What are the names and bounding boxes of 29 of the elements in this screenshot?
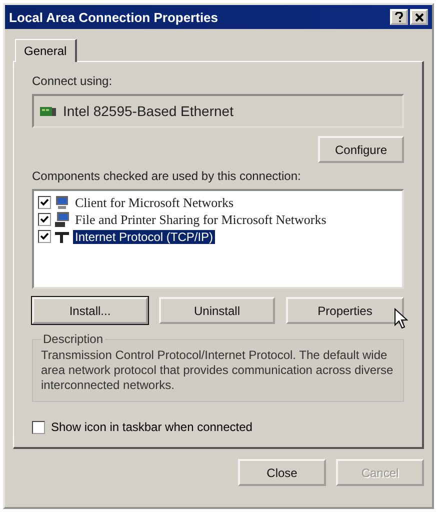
close-button[interactable] [410, 9, 428, 25]
adapter-name: Intel 82595-Based Ethernet [63, 103, 234, 119]
component-checkbox[interactable] [38, 213, 51, 226]
window-title: Local Area Connection Properties [9, 10, 218, 24]
description-text: Transmission Control Protocol/Internet Protocol. The default wide area network protocol that provides communication across diverse interconnected networks. [41, 348, 394, 393]
component-action-button[interactable]: Properties [286, 297, 404, 324]
computer-icon [54, 212, 70, 227]
tab[interactable]: General [15, 39, 77, 62]
component-checkbox[interactable] [38, 196, 51, 209]
component-item[interactable]: Internet Protocol (TCP/IP) [73, 230, 216, 244]
computer-icon [54, 195, 70, 210]
show-icon-checkbox[interactable] [32, 420, 45, 434]
mouse-pointer-icon [394, 308, 408, 329]
component-item[interactable]: Client for Microsoft Networks [73, 194, 236, 210]
network-protocol-icon [54, 229, 70, 244]
dialog-button[interactable]: Close [238, 459, 326, 486]
help-button[interactable] [390, 9, 408, 25]
component-item[interactable]: File and Printer Sharing for Microsoft Networks [73, 212, 328, 228]
component-checkbox[interactable] [38, 230, 51, 243]
component-action-button[interactable]: Uninstall [159, 297, 275, 324]
configure-button[interactable]: Configure [318, 136, 404, 163]
description-title: Description [42, 332, 104, 346]
network-card-icon [40, 104, 57, 118]
components-label: Components checked are used by this connection: [32, 169, 302, 183]
close-icon [414, 12, 424, 22]
show-icon-label: Show icon in taskbar when connected [51, 420, 252, 434]
help-icon [395, 12, 403, 22]
component-action-button[interactable]: Install... [32, 297, 148, 324]
connect-using-label: Connect using: [32, 74, 114, 88]
